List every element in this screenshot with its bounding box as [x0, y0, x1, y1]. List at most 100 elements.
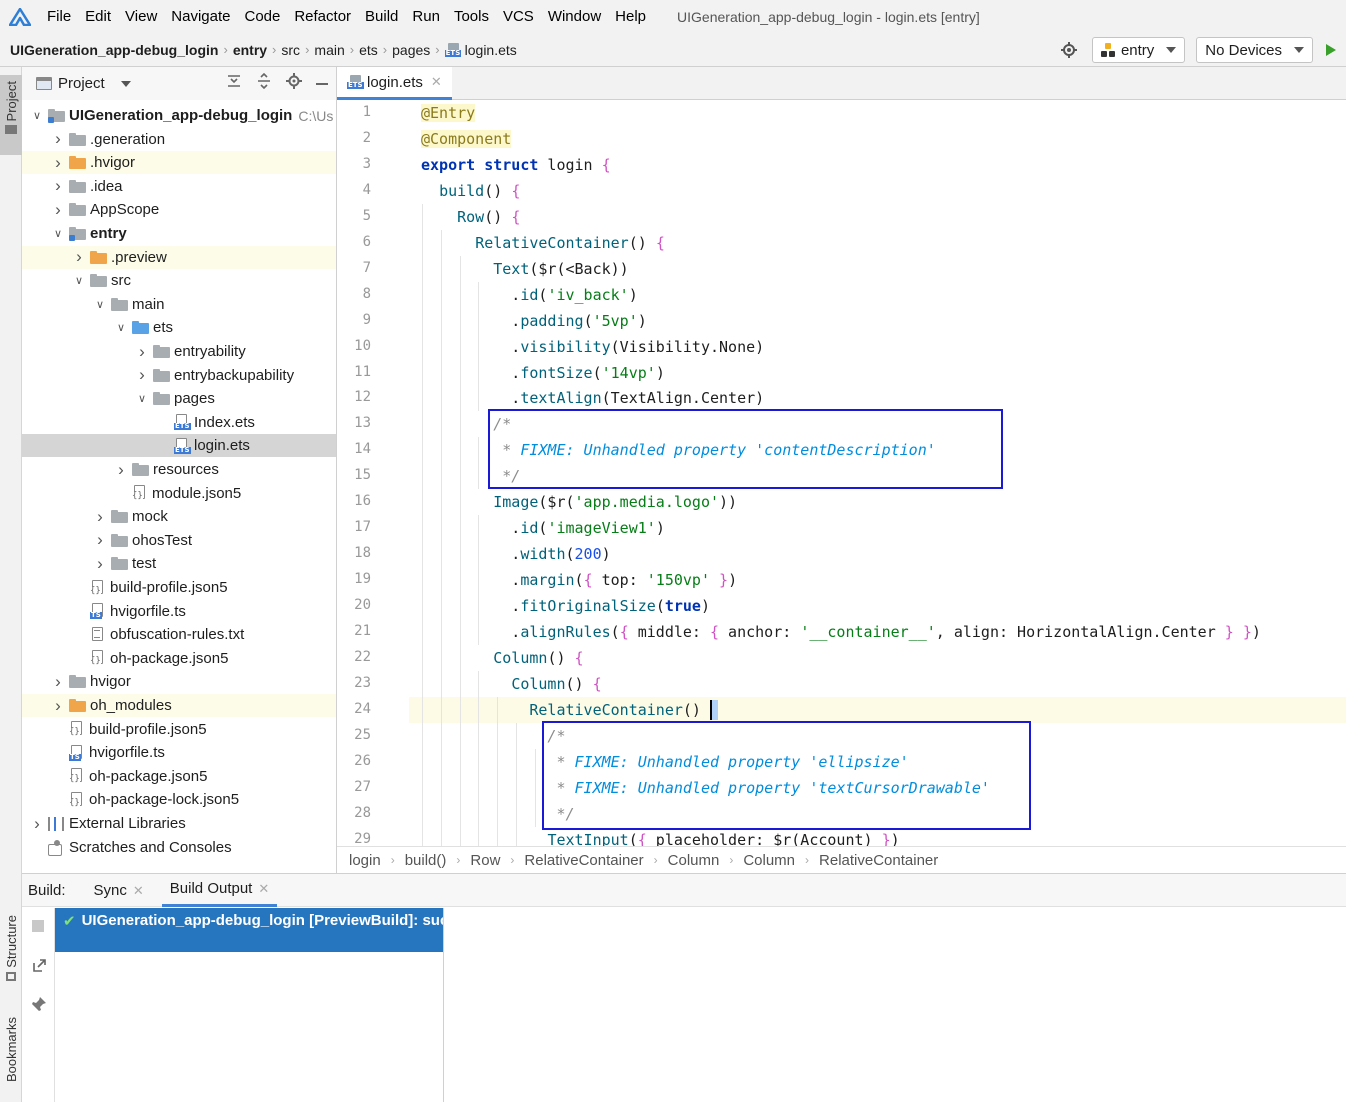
tree-item[interactable]: ∨ src [22, 269, 336, 292]
code-line[interactable]: .fontSize('14vp') [409, 359, 1346, 386]
breadcrumb-item[interactable]: UIGeneration_app-debug_login [10, 42, 218, 58]
menu-item-build[interactable]: Build [358, 0, 405, 33]
menu-item-view[interactable]: View [118, 0, 164, 33]
close-icon[interactable]: ✕ [258, 872, 269, 905]
tab-build-output[interactable]: Build Output ✕ [161, 872, 278, 907]
chevron-right-icon[interactable]: › [51, 696, 65, 716]
tree-item[interactable]: ›{}build-profile.json5 [22, 576, 336, 599]
menu-item-window[interactable]: Window [541, 0, 608, 33]
code-line[interactable]: .alignRules({ middle: { anchor: '__conta… [409, 619, 1346, 645]
menu-item-vcs[interactable]: VCS [496, 0, 541, 33]
tree-item[interactable]: › ohosTest [22, 529, 336, 552]
tree-item[interactable]: ›{}module.json5 [22, 482, 336, 505]
chevron-down-icon[interactable]: ∨ [30, 109, 44, 122]
menu-item-code[interactable]: Code [237, 0, 287, 33]
chevron-right-icon[interactable]: › [93, 530, 107, 550]
code-line[interactable]: @Component [409, 126, 1346, 152]
device-select[interactable]: No Devices [1196, 37, 1313, 63]
tree-item[interactable]: › hvigor [22, 670, 336, 693]
chevron-right-icon[interactable]: › [93, 554, 107, 574]
tab-sync[interactable]: Sync ✕ [86, 874, 152, 907]
tree-item[interactable]: › .preview [22, 245, 336, 269]
open-external-icon[interactable] [31, 958, 47, 977]
tree-item[interactable]: ›{}oh-package-lock.json5 [22, 788, 336, 811]
gear-icon[interactable] [286, 73, 302, 94]
code-line[interactable]: Text($r(<Back)) [409, 255, 1346, 282]
code-line[interactable]: .textAlign(TextAlign.Center) [409, 385, 1346, 412]
chevron-right-icon[interactable]: › [51, 200, 65, 220]
chevron-down-icon[interactable]: ∨ [135, 392, 149, 405]
expand-all-icon[interactable] [256, 72, 272, 94]
chevron-right-icon[interactable]: › [51, 672, 65, 692]
menu-item-file[interactable]: File [40, 0, 78, 33]
tree-item[interactable]: ›{}oh-package.json5 [22, 765, 336, 788]
chevron-down-icon[interactable]: ∨ [93, 298, 107, 311]
tree-item[interactable]: ›TShvigorfile.ts [22, 741, 336, 764]
tree-item[interactable]: › test [22, 552, 336, 575]
chevron-right-icon[interactable]: › [72, 247, 86, 267]
close-icon[interactable]: ✕ [431, 74, 442, 90]
chevron-down-icon[interactable] [120, 80, 131, 87]
breadcrumb-item[interactable]: main [314, 42, 344, 58]
tree-item[interactable]: › AppScope [22, 198, 336, 221]
breadcrumb-item[interactable]: src [281, 42, 300, 58]
code-line[interactable]: .padding('5vp') [409, 307, 1346, 334]
tree-item[interactable]: › .generation [22, 128, 336, 151]
breadcrumb-item[interactable]: pages [392, 42, 430, 58]
bookmarks-tool-tab[interactable]: Bookmarks [0, 1017, 22, 1097]
collapse-all-icon[interactable] [226, 73, 242, 94]
run-config-select[interactable]: entry [1091, 37, 1186, 63]
chevron-right-icon[interactable]: › [30, 814, 44, 834]
code-line[interactable]: .id('imageView1') [409, 515, 1346, 542]
tree-item[interactable]: › .idea [22, 175, 336, 198]
tree-item[interactable]: › .hvigor [22, 151, 336, 175]
breadcrumb-item[interactable]: ets [359, 42, 378, 58]
editor-breadcrumb-item[interactable]: RelativeContainer [524, 852, 643, 869]
close-icon[interactable]: ✕ [133, 874, 144, 907]
code-line[interactable]: Column() { [409, 644, 1346, 671]
menu-item-run[interactable]: Run [405, 0, 447, 33]
tree-item[interactable]: › entryability [22, 340, 336, 363]
code-line[interactable]: Row() { [409, 203, 1346, 230]
tab-login-ets[interactable]: ETS login.ets ✕ [337, 67, 452, 100]
tree-item[interactable]: ›{}build-profile.json5 [22, 718, 336, 741]
tree-item[interactable]: › entrybackupability [22, 364, 336, 387]
tree-item[interactable]: ∨ main [22, 293, 336, 316]
chevron-down-icon[interactable]: ∨ [114, 321, 128, 334]
chevron-right-icon[interactable]: › [135, 342, 149, 362]
chevron-right-icon[interactable]: › [93, 507, 107, 527]
tree-item[interactable]: ∨ entry [22, 222, 336, 245]
chevron-right-icon[interactable]: › [51, 153, 65, 173]
code-line[interactable]: @Entry [409, 100, 1346, 126]
editor-breadcrumb-item[interactable]: Column [743, 852, 795, 869]
code-line[interactable]: build() { [409, 178, 1346, 204]
tree-item[interactable]: › External Libraries [22, 812, 336, 835]
tree-item[interactable]: ∨ UIGeneration_app-debug_login C:\Us [22, 104, 336, 127]
tree-item[interactable]: ›TShvigorfile.ts [22, 600, 336, 623]
tree-item[interactable]: ›ETSlogin.ets [22, 434, 336, 458]
editor-breadcrumb-item[interactable]: RelativeContainer [819, 852, 938, 869]
code-line[interactable]: .visibility(Visibility.None) [409, 333, 1346, 360]
tree-item[interactable]: › oh_modules [22, 694, 336, 717]
hide-panel-icon[interactable] [316, 82, 328, 85]
code-line[interactable]: .id('iv_back') [409, 281, 1346, 308]
editor-breadcrumb-item[interactable]: build() [405, 852, 447, 869]
menu-item-edit[interactable]: Edit [78, 0, 118, 33]
settings-gear-icon[interactable] [1060, 41, 1078, 59]
tree-item[interactable]: ›obfuscation-rules.txt [22, 623, 336, 646]
project-tool-tab[interactable]: Project [0, 75, 22, 155]
menu-item-help[interactable]: Help [608, 0, 653, 33]
tree-item[interactable]: ›ETSIndex.ets [22, 411, 336, 434]
chevron-down-icon[interactable]: ∨ [72, 274, 86, 287]
tree-item[interactable]: ∨ ets [22, 316, 336, 339]
chevron-right-icon[interactable]: › [135, 365, 149, 385]
code-line[interactable]: .margin({ top: '150vp' }) [409, 567, 1346, 594]
editor-breadcrumb-item[interactable]: login [349, 852, 381, 869]
menu-item-navigate[interactable]: Navigate [164, 0, 237, 33]
chevron-right-icon[interactable]: › [51, 176, 65, 196]
editor-breadcrumb-item[interactable]: Column [668, 852, 720, 869]
code-line[interactable]: Column() { [409, 670, 1346, 697]
chevron-right-icon[interactable]: › [51, 129, 65, 149]
tree-item[interactable]: ›Scratches and Consoles [22, 836, 336, 859]
code-line[interactable]: .width(200) [409, 541, 1346, 568]
